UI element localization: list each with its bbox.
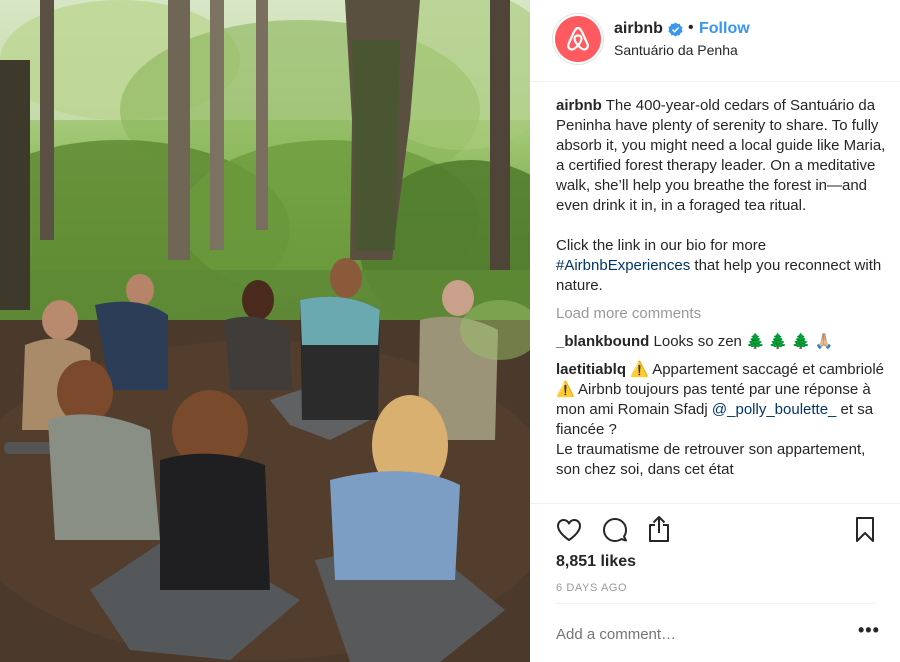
- header-username[interactable]: airbnb: [614, 20, 663, 38]
- caption-text: The 400-year-old cedars of Santuário da …: [556, 97, 886, 214]
- post-panel: airbnb • Follow Santuário da Penha airbn…: [530, 0, 900, 662]
- add-comment-input[interactable]: [556, 626, 826, 643]
- heart-icon[interactable]: [556, 518, 582, 542]
- comment-icon[interactable]: [602, 517, 628, 543]
- comment-text: Le traumatisme de retrouver son appartem…: [556, 441, 866, 478]
- add-comment-bar: •••: [556, 603, 879, 662]
- caption: airbnb The 400-year-old cedars of Santuá…: [556, 96, 886, 216]
- comment-item: laetitiablq ⚠️ Appartement saccagé et ca…: [556, 360, 886, 480]
- forest-meditation-photo: [0, 0, 530, 662]
- hashtag-link[interactable]: #AirbnbExperiences: [556, 257, 690, 274]
- more-options-icon[interactable]: •••: [858, 620, 880, 641]
- post-timestamp[interactable]: 6 DAYS AGO: [556, 582, 627, 594]
- comments-section: airbnb The 400-year-old cedars of Santuá…: [556, 96, 886, 501]
- post-photo[interactable]: [0, 0, 530, 662]
- actions-divider: [530, 503, 900, 504]
- likes-count[interactable]: 8,851 likes: [556, 553, 636, 571]
- caption-cta-text: Click the link in our bio for more: [556, 237, 767, 254]
- caption-username[interactable]: airbnb: [556, 97, 602, 114]
- airbnb-logo-icon: [567, 26, 589, 51]
- follow-button[interactable]: Follow: [699, 20, 750, 38]
- share-icon[interactable]: [647, 515, 671, 543]
- verified-badge-icon: [668, 22, 683, 37]
- post-header: airbnb • Follow Santuário da Penha: [530, 0, 900, 82]
- comment-item: _blankbound Looks so zen 🌲 🌲 🌲 🙏🏼: [556, 332, 886, 352]
- load-more-comments-button[interactable]: Load more comments: [556, 304, 886, 324]
- bookmark-icon[interactable]: [855, 516, 875, 543]
- mention-link[interactable]: @_polly_boulette_: [712, 401, 836, 418]
- caption-cta: Click the link in our bio for more #Airb…: [556, 236, 886, 296]
- comment-text: Looks so zen 🌲 🌲 🌲 🙏🏼: [649, 333, 834, 350]
- avatar[interactable]: [555, 16, 601, 62]
- comment-username[interactable]: laetitiablq: [556, 361, 626, 378]
- header-separator: •: [688, 19, 694, 36]
- location-link[interactable]: Santuário da Penha: [614, 42, 738, 58]
- comment-username[interactable]: _blankbound: [556, 333, 649, 350]
